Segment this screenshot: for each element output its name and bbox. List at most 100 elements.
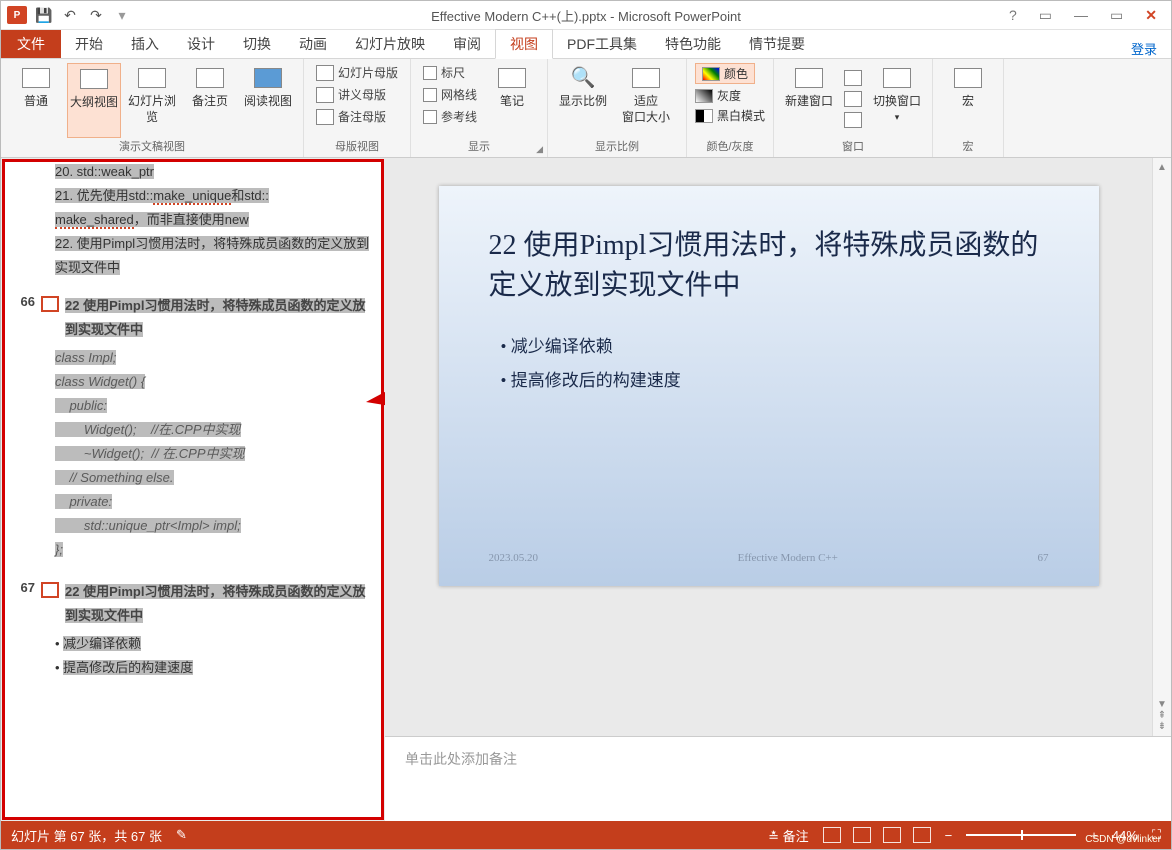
outline-slide-number: 67: [11, 580, 35, 595]
slide-footer-date: 2023.05.20: [489, 552, 539, 564]
reading-view-icon[interactable]: [883, 827, 901, 843]
tab-story[interactable]: 情节提要: [735, 30, 819, 58]
next-slide-icon[interactable]: ⇟: [1158, 721, 1166, 732]
handout-master-button[interactable]: 讲义母版: [312, 85, 390, 104]
tab-animations[interactable]: 动画: [285, 30, 341, 58]
outline-view-button[interactable]: 大纲视图: [67, 63, 121, 138]
notes-placeholder[interactable]: 单击此处添加备注: [405, 749, 517, 769]
tab-home[interactable]: 开始: [61, 30, 117, 58]
slide-body[interactable]: 减少编译依赖 提高修改后的构建速度: [489, 330, 1049, 398]
group-color-grayscale: 颜色 灰度 黑白模式 颜色/灰度: [687, 59, 774, 157]
macros-button[interactable]: 宏: [941, 63, 995, 138]
slide-icon[interactable]: [41, 582, 59, 598]
reading-view-button[interactable]: 阅读视图: [241, 63, 295, 138]
save-icon[interactable]: 💾: [35, 6, 53, 24]
group-label: 显示: [468, 138, 490, 157]
outline-slide-number: 66: [11, 294, 35, 309]
outline-text[interactable]: 20. std::weak_ptr: [55, 164, 154, 179]
notes-button[interactable]: 笔记: [485, 63, 539, 138]
close-icon[interactable]: ✕: [1145, 7, 1157, 24]
slide-footer-title: Effective Modern C++: [738, 552, 838, 564]
slide-area: 22 使用Pimpl习惯用法时，将特殊成员函数的定义放到实现文件中 减少编译依赖…: [385, 158, 1171, 821]
group-presentation-views: 普通 大纲视图 幻灯片浏览 备注页 阅读视图 演示文稿视图: [1, 59, 304, 157]
quick-access-toolbar: P 💾 ↶ ↷ ▾: [1, 6, 131, 24]
arrange-all-button[interactable]: [840, 69, 866, 87]
zoom-out-icon[interactable]: −: [945, 828, 953, 843]
normal-view-button[interactable]: 普通: [9, 63, 63, 138]
group-label: 颜色/灰度: [707, 138, 754, 157]
guides-checkbox[interactable]: 参考线: [419, 107, 481, 126]
group-zoom: 🔍显示比例 适应 窗口大小 显示比例: [548, 59, 687, 157]
normal-view-icon[interactable]: [823, 827, 841, 843]
grayscale-button[interactable]: 灰度: [695, 87, 741, 104]
zoom-button[interactable]: 🔍显示比例: [556, 63, 610, 138]
group-macros: 宏 宏: [933, 59, 1004, 157]
notes-pane[interactable]: 单击此处添加备注: [385, 736, 1171, 821]
scroll-down-icon[interactable]: ▼: [1157, 699, 1167, 710]
slide-footer-page: 67: [1038, 552, 1049, 564]
outline-slide-title[interactable]: 22 使用Pimpl习惯用法时，将特殊成员函数的定义放到实现文件中: [65, 584, 365, 623]
tab-insert[interactable]: 插入: [117, 30, 173, 58]
notes-master-button[interactable]: 备注母版: [312, 107, 390, 126]
group-label: 窗口: [842, 138, 864, 157]
minimize-icon[interactable]: —: [1074, 7, 1088, 24]
status-bar: 幻灯片 第 67 张，共 67 张 ✎ ≛ 备注 − + 44% ⛶ CSDN …: [1, 821, 1171, 849]
vertical-scrollbar[interactable]: ▲ ▼ ⇞ ⇟: [1152, 158, 1171, 736]
view-mode-icons: [823, 827, 931, 843]
redo-icon[interactable]: ↷: [87, 6, 105, 24]
title-bar: P 💾 ↶ ↷ ▾ Effective Modern C++(上).pptx -…: [1, 1, 1171, 30]
fit-to-window-button[interactable]: 适应 窗口大小: [614, 63, 678, 138]
sorter-view-icon[interactable]: [853, 827, 871, 843]
group-label: 母版视图: [335, 138, 379, 157]
status-slide-counter[interactable]: 幻灯片 第 67 张，共 67 张: [11, 826, 162, 845]
help-icon[interactable]: ?: [1009, 7, 1017, 24]
group-master-views: 幻灯片母版 讲义母版 备注母版 母版视图: [304, 59, 411, 157]
slide-master-button[interactable]: 幻灯片母版: [312, 63, 402, 82]
new-window-button[interactable]: 新建窗口: [782, 63, 836, 138]
scroll-up-icon[interactable]: ▲: [1157, 162, 1167, 173]
work-area: 20. std::weak_ptr 21. 优先使用std::make_uniq…: [1, 158, 1171, 821]
group-label: 显示比例: [595, 138, 639, 157]
switch-windows-button[interactable]: 切换窗口▾: [870, 63, 924, 138]
spellcheck-icon[interactable]: ✎: [176, 827, 187, 843]
color-button[interactable]: 颜色: [695, 63, 755, 84]
tab-file[interactable]: 文件: [1, 30, 61, 58]
undo-icon[interactable]: ↶: [61, 6, 79, 24]
tab-transitions[interactable]: 切换: [229, 30, 285, 58]
blackwhite-button[interactable]: 黑白模式: [695, 107, 765, 124]
outline-pane[interactable]: 20. std::weak_ptr 21. 优先使用std::make_uniq…: [2, 159, 384, 820]
tab-pdf[interactable]: PDF工具集: [553, 30, 651, 58]
prev-slide-icon[interactable]: ⇞: [1158, 710, 1166, 721]
tab-review[interactable]: 审阅: [439, 30, 495, 58]
group-window: 新建窗口 切换窗口▾ 窗口: [774, 59, 933, 157]
ribbon-options-icon[interactable]: ▭: [1039, 7, 1052, 24]
powerpoint-logo-icon: P: [7, 6, 27, 24]
gridlines-checkbox[interactable]: 网格线: [419, 85, 481, 104]
tab-slideshow[interactable]: 幻灯片放映: [341, 30, 439, 58]
move-split-button[interactable]: [840, 111, 866, 129]
group-label: 演示文稿视图: [119, 138, 185, 157]
tab-special[interactable]: 特色功能: [651, 30, 735, 58]
tab-view[interactable]: 视图: [495, 29, 553, 59]
slide-icon[interactable]: [41, 296, 59, 312]
slideshow-view-icon[interactable]: [913, 827, 931, 843]
tab-design[interactable]: 设计: [173, 30, 229, 58]
slide-sorter-button[interactable]: 幻灯片浏览: [125, 63, 179, 138]
notes-page-button[interactable]: 备注页: [183, 63, 237, 138]
group-label: 宏: [963, 138, 974, 157]
cascade-button[interactable]: [840, 90, 866, 108]
zoom-slider[interactable]: [966, 834, 1076, 836]
ruler-checkbox[interactable]: 标尺: [419, 63, 469, 82]
sign-in-link[interactable]: 登录: [1131, 39, 1171, 58]
ribbon-tabs: 文件 开始 插入 设计 切换 动画 幻灯片放映 审阅 视图 PDF工具集 特色功…: [1, 30, 1171, 59]
watermark: CSDN @dvlinker: [1085, 834, 1161, 845]
slide-preview: 22 使用Pimpl习惯用法时，将特殊成员函数的定义放到实现文件中 减少编译依赖…: [439, 186, 1099, 586]
group-show: 标尺 网格线 参考线 笔记 显示 ◢: [411, 59, 548, 157]
ribbon: 普通 大纲视图 幻灯片浏览 备注页 阅读视图 演示文稿视图 幻灯片母版 讲义母版…: [1, 59, 1171, 158]
status-notes-button[interactable]: ≛ 备注: [768, 826, 809, 845]
outline-slide-title[interactable]: 22 使用Pimpl习惯用法时，将特殊成员函数的定义放到实现文件中: [65, 298, 365, 337]
slide-title[interactable]: 22 使用Pimpl习惯用法时，将特殊成员函数的定义放到实现文件中: [489, 226, 1049, 306]
dialog-launcher-icon[interactable]: ◢: [536, 144, 543, 155]
maximize-icon[interactable]: ▭: [1110, 7, 1123, 24]
slide-canvas[interactable]: 22 使用Pimpl习惯用法时，将特殊成员函数的定义放到实现文件中 减少编译依赖…: [385, 158, 1152, 736]
